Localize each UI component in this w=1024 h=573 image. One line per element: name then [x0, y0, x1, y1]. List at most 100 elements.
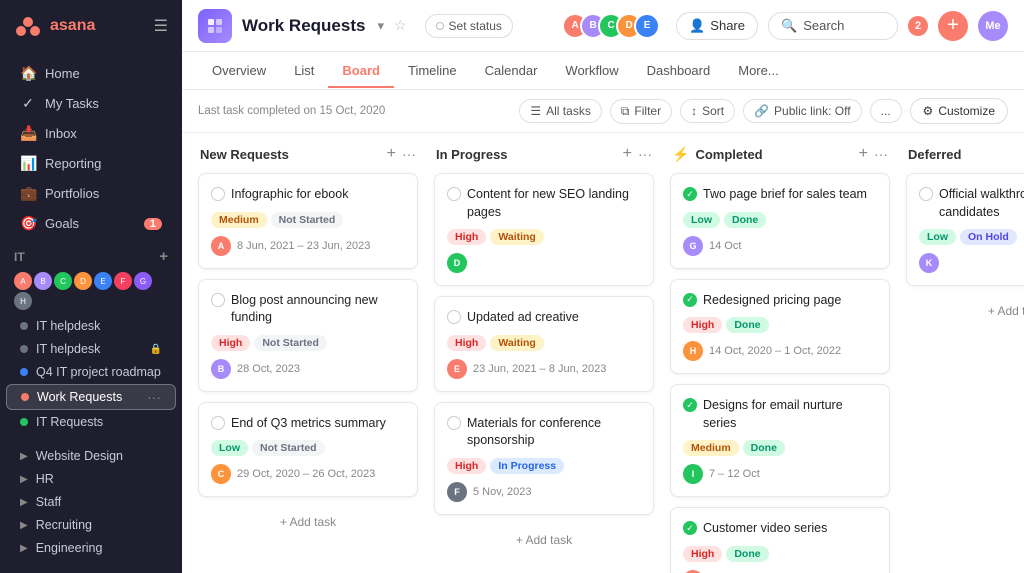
project-more-icon[interactable]: ··· [147, 389, 161, 405]
sidebar-item-goals[interactable]: 🎯 Goals 1 [6, 209, 176, 238]
tab-overview[interactable]: Overview [198, 55, 280, 88]
collaborator-avatars: A B C D E [562, 13, 660, 39]
check-icon[interactable] [211, 416, 225, 430]
done-check-icon[interactable]: ✓ [683, 398, 697, 412]
set-status-button[interactable]: Set status [425, 14, 513, 38]
card-date: 23 Jun, 2021 – 8 Jun, 2023 [473, 363, 606, 375]
card[interactable]: Blog post announcing new fundingHighNot … [198, 279, 418, 392]
tab-calendar[interactable]: Calendar [471, 55, 552, 88]
card-title: Updated ad creative [467, 309, 579, 327]
check-icon[interactable] [211, 187, 225, 201]
column-more-icon[interactable]: ··· [638, 146, 652, 162]
column-more-icon[interactable]: ··· [874, 146, 888, 162]
add-task-button[interactable]: + Add task [906, 296, 1024, 326]
check-icon[interactable] [447, 310, 461, 324]
group-engineering[interactable]: ▶ Engineering [6, 537, 176, 559]
sidebar-invite-teammates[interactable]: 👥 Invite teammates [12, 569, 170, 573]
group-staff[interactable]: ▶ Staff [6, 491, 176, 513]
sort-button[interactable]: ↕ Sort [680, 99, 735, 123]
avatar: E [634, 13, 660, 39]
title-chevron-icon[interactable]: ▾ [377, 18, 384, 34]
card-tags: HighDone [683, 317, 877, 333]
tab-board[interactable]: Board [328, 55, 394, 88]
card[interactable]: Materials for conference sponsorshipHigh… [434, 402, 654, 515]
card[interactable]: End of Q3 metrics summaryLowNot StartedC… [198, 402, 418, 498]
column-add-icon[interactable]: + [859, 145, 868, 163]
user-avatar[interactable]: Me [978, 11, 1008, 41]
card[interactable]: Content for new SEO landing pagesHighWai… [434, 173, 654, 286]
filter-button[interactable]: ⧉ Filter [610, 99, 672, 124]
project-item-work-requests[interactable]: Work Requests ··· [6, 384, 176, 410]
card-tags: HighNot Started [211, 335, 405, 351]
project-name: Q4 IT project roadmap [36, 365, 162, 379]
team-avatar: D [74, 272, 92, 290]
share-button[interactable]: 👤 Share [676, 12, 758, 40]
tab-dashboard[interactable]: Dashboard [633, 55, 725, 88]
check-icon: ✓ [20, 95, 36, 112]
it-team-header[interactable]: IT + [0, 243, 182, 270]
card-avatar: H [683, 341, 703, 361]
check-icon[interactable] [919, 187, 933, 201]
card[interactable]: Official walkthrough for candidatesLowOn… [906, 173, 1024, 286]
column-add-icon[interactable]: + [623, 145, 632, 163]
done-check-icon[interactable]: ✓ [683, 521, 697, 535]
tag-high: High [211, 335, 250, 351]
project-item-it-helpdesk-1[interactable]: IT helpdesk [6, 315, 176, 337]
done-check-icon[interactable]: ✓ [683, 187, 697, 201]
sidebar-header: asana ☰ [0, 0, 182, 52]
tab-workflow[interactable]: Workflow [551, 55, 632, 88]
check-icon[interactable] [211, 293, 225, 307]
tag-waiting: Waiting [490, 229, 544, 245]
sidebar-item-inbox[interactable]: 📥 Inbox [6, 119, 176, 148]
card[interactable]: Infographic for ebookMediumNot StartedA8… [198, 173, 418, 269]
sort-icon: ↕ [691, 104, 697, 118]
add-task-button[interactable]: + Add task [198, 507, 418, 537]
filter-label: Filter [634, 104, 661, 118]
star-icon[interactable]: ☆ [394, 17, 407, 34]
card-footer: K [919, 253, 1024, 273]
notification-badge[interactable]: 2 [908, 16, 928, 36]
tab-timeline[interactable]: Timeline [394, 55, 471, 88]
tag-done: Done [743, 440, 785, 456]
check-icon[interactable] [447, 187, 461, 201]
all-tasks-button[interactable]: ☰ All tasks [519, 99, 601, 123]
main-content: Work Requests ▾ ☆ Set status A B C D E 👤… [182, 0, 1024, 573]
card[interactable]: ✓Two page brief for sales teamLowDoneG14… [670, 173, 890, 269]
card[interactable]: ✓Redesigned pricing pageHighDoneH14 Oct,… [670, 279, 890, 375]
sidebar-item-label: Reporting [45, 156, 101, 171]
project-dot [20, 345, 28, 353]
more-options-button[interactable]: ... [870, 99, 902, 123]
group-hr[interactable]: ▶ HR [6, 468, 176, 490]
sidebar-item-my-tasks[interactable]: ✓ My Tasks [6, 89, 176, 118]
tab-list[interactable]: List [280, 55, 328, 88]
group-website-design[interactable]: ▶ Website Design [6, 445, 176, 467]
all-tasks-icon: ☰ [530, 104, 541, 118]
card-footer: G14 Oct [683, 236, 877, 256]
check-icon[interactable] [447, 416, 461, 430]
done-check-icon[interactable]: ✓ [683, 293, 697, 307]
project-item-it-requests[interactable]: IT Requests [6, 411, 176, 433]
card[interactable]: Updated ad creativeHighWaitingE23 Jun, 2… [434, 296, 654, 392]
add-button[interactable]: + [938, 11, 968, 41]
group-recruiting[interactable]: ▶ Recruiting [6, 514, 176, 536]
all-tasks-label: All tasks [546, 104, 591, 118]
sidebar-item-portfolios[interactable]: 💼 Portfolios [6, 179, 176, 208]
public-link-button[interactable]: 🔗 Public link: Off [743, 99, 861, 123]
customize-button[interactable]: ⚙ Customize [910, 98, 1008, 124]
column-more-icon[interactable]: ··· [402, 146, 416, 162]
project-item-it-helpdesk-2[interactable]: IT helpdesk 🔒 [6, 338, 176, 360]
sidebar-item-reporting[interactable]: 📊 Reporting [6, 149, 176, 178]
hamburger-icon[interactable]: ☰ [154, 16, 168, 36]
tab-more[interactable]: More... [724, 55, 792, 88]
sidebar-item-home[interactable]: 🏠 Home [6, 59, 176, 88]
search-box[interactable]: 🔍 Search [768, 12, 898, 40]
card[interactable]: ✓Customer video seriesHighDoneJ [670, 507, 890, 573]
add-task-button[interactable]: + Add task [434, 525, 654, 555]
card[interactable]: ✓Designs for email nurture seriesMediumD… [670, 384, 890, 497]
card-header: ✓Customer video series [683, 520, 877, 538]
sidebar-item-label: Portfolios [45, 186, 99, 201]
card-header: ✓Two page brief for sales team [683, 186, 877, 204]
column-add-icon[interactable]: + [387, 145, 396, 163]
add-project-icon[interactable]: + [159, 248, 168, 265]
project-item-q4-it[interactable]: Q4 IT project roadmap [6, 361, 176, 383]
